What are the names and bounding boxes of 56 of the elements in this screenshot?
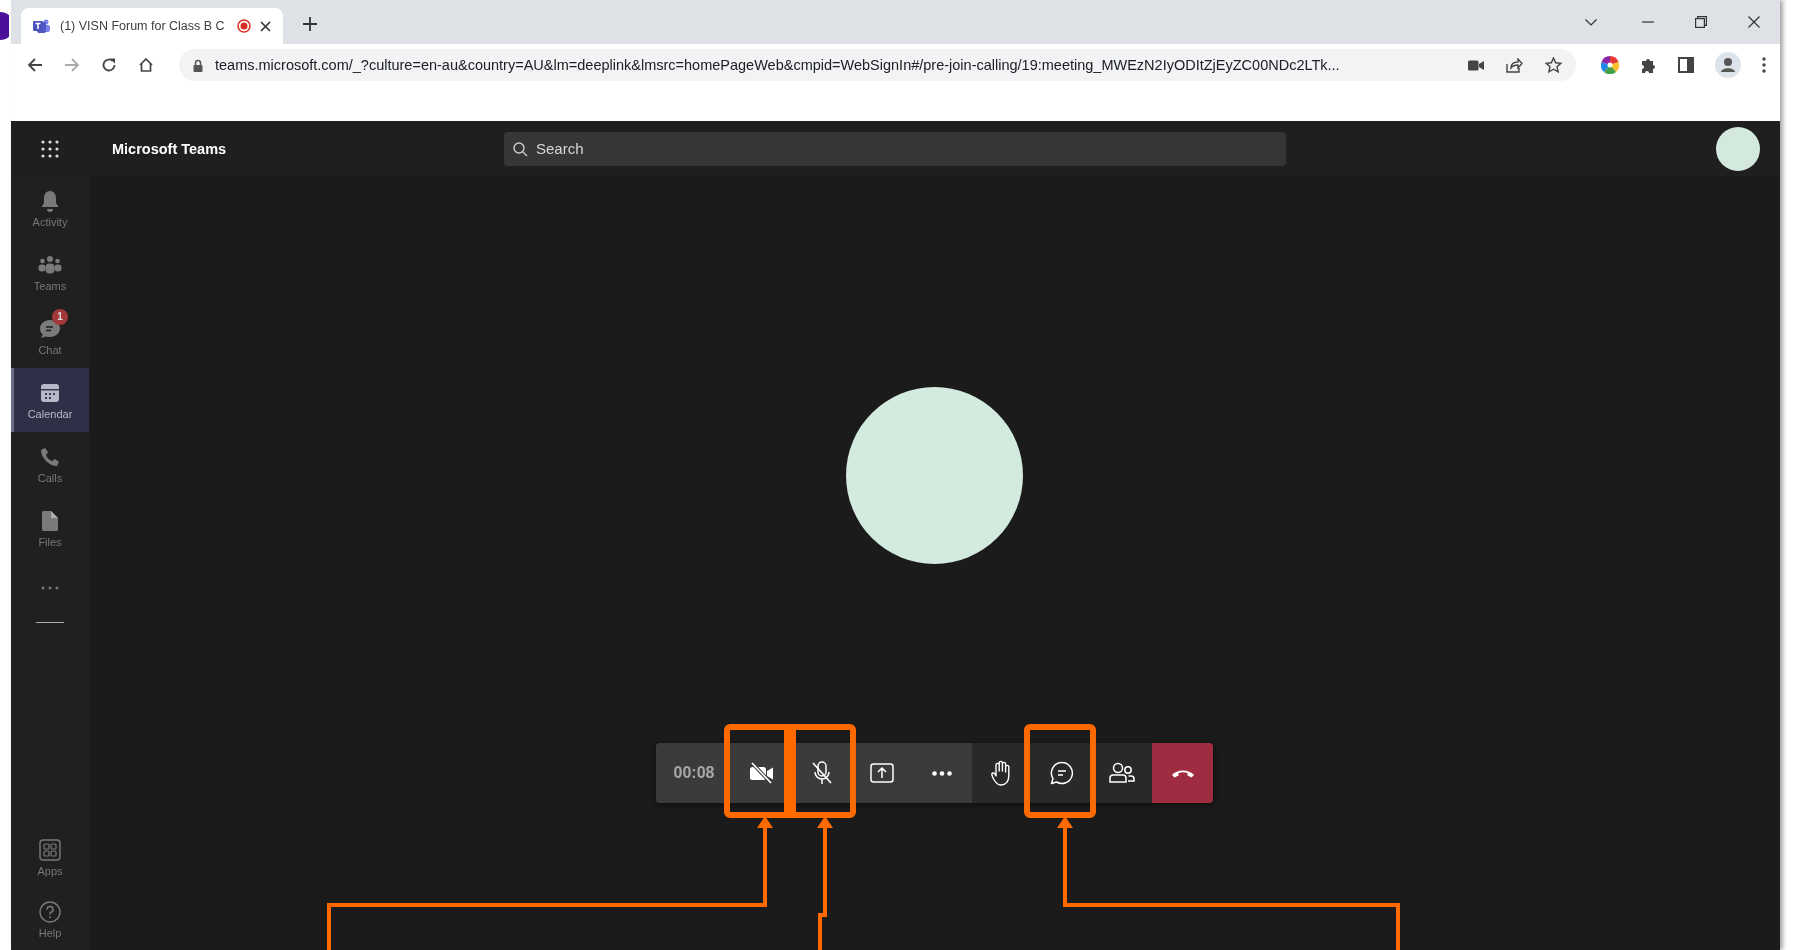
help-icon [39,900,61,923]
new-tab-icon[interactable] [303,17,317,31]
puzzle-icon[interactable] [1640,56,1657,74]
hang-up-icon [1170,768,1195,778]
share-screen-icon [870,763,894,783]
reload-icon[interactable] [101,57,117,73]
avatar[interactable] [1716,126,1760,171]
app-title: Microsoft Teams [111,140,228,157]
file-icon [42,510,58,531]
call-timer: 00:08 [656,743,732,803]
chat-icon [1050,761,1074,785]
teams-logo-icon [33,18,51,34]
sidebar-item[interactable]: Teams [11,240,89,304]
tab-title: (1) VISN Forum for Class B C [60,19,226,33]
star-icon[interactable] [1545,57,1562,73]
share-icon[interactable] [1506,57,1523,73]
menu-icon[interactable] [1762,57,1766,73]
sidebar-item[interactable]: Apps [11,826,89,888]
color-wheel-icon[interactable] [1601,56,1619,74]
chat-icon [39,318,61,339]
notification-badge: 1 [52,308,68,325]
people-icon [1109,762,1135,784]
people-icon [38,254,62,275]
back-icon[interactable] [27,57,43,73]
profile-icon[interactable] [1715,52,1741,78]
search-field[interactable]: Search [504,131,1286,166]
chat-button[interactable] [1032,743,1092,803]
app-launcher-icon[interactable] [41,139,59,158]
apps-icon [39,838,61,861]
calendar-icon [40,382,60,403]
close-icon[interactable] [260,20,271,32]
sidebar-item[interactable]: Activity [11,176,89,240]
camera-icon[interactable] [1468,59,1484,71]
side-panel-icon[interactable] [1678,57,1694,73]
sidebar-item[interactable]: 1 Chat [11,304,89,368]
sidebar-item[interactable]: Calendar [11,368,89,432]
address-bar[interactable]: teams.microsoft.com/_?culture=en-au&country=AU&lm=deeplink&lmsrc=homePageWeb&cmpid=WebSignIn#/pre-join-calling/19:meeting_MWEzN2IyODItZjEyZC00NDc2LTk... [179,49,1576,81]
browser-tab[interactable]: (1) VISN Forum for Class B C [21,8,283,44]
search-icon [513,141,528,157]
home-icon[interactable] [138,57,154,73]
sidebar-item[interactable]: Help [11,888,89,950]
restore-icon[interactable] [1695,16,1707,28]
more-icon[interactable] [41,586,59,590]
sidebar-item[interactable]: Calls [11,432,89,496]
close-icon[interactable] [1748,16,1760,28]
hand-button[interactable] [972,743,1032,803]
phone-icon [40,446,60,467]
bell-icon [40,189,60,212]
url-text: teams.microsoft.com/_?culture=en-au&country=AU&lm=deeplink&lmsrc=homePageWeb&cmpid=WebSignIn#/pre-join-calling/19:meeting_MWEzN2IyODItZjEyZC00NDc2LTk... [215,57,1341,73]
lock-icon [193,58,203,72]
sidebar-item[interactable]: Files [11,496,89,560]
camera-off-icon [749,762,775,784]
more-icon [932,770,952,776]
caret-icon[interactable] [1585,18,1597,26]
mic-off-icon [811,761,833,785]
hand-icon [991,760,1013,786]
